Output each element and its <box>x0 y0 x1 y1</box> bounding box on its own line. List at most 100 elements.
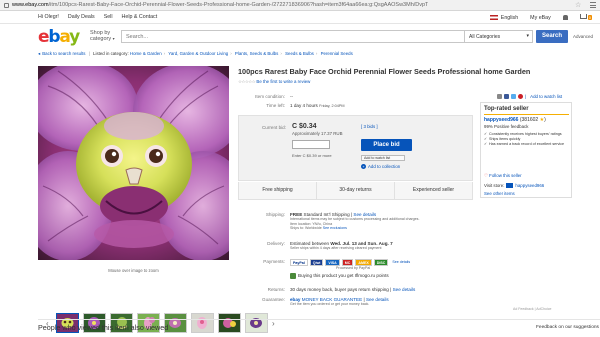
email-icon[interactable] <box>497 94 502 99</box>
daily-deals-link[interactable]: Daily Deals <box>68 14 95 20</box>
url-text[interactable]: www.ebay.com/itm/100pcs-Rarest-Baby-Face… <box>12 2 428 8</box>
visit-store-row: Visit store: happyseed966 <box>484 183 545 189</box>
greeting[interactable]: Hi Olegr! <box>38 14 59 20</box>
add-to-watch-list-button[interactable]: Add to watch list <box>361 155 405 161</box>
site-header: ebay Shop by category ▾ All Categories S… <box>0 25 600 50</box>
add-to-collection-link[interactable]: + Add to collection <box>361 164 400 169</box>
top-rated-heading: Top-rated seller <box>484 106 529 112</box>
payment-logos: PayPal Qiwi VISA MC AMEX DISC See detail… <box>290 259 475 266</box>
chevron-down-icon: ▾ <box>112 36 115 41</box>
search-bar: All Categories <box>121 30 533 43</box>
returns-badge: 30-day returns <box>317 182 395 199</box>
time-left-row: Time left: 1 day 4 hours Friday, 2:04PM <box>266 103 345 108</box>
search-input[interactable] <box>122 31 422 42</box>
breadcrumb-item[interactable]: Seeds & Bulbs <box>285 51 314 56</box>
share-bar: | Add to watch list <box>497 94 562 99</box>
heart-icon: | <box>525 94 527 99</box>
free-shipping-badge: Free shipping <box>239 182 317 199</box>
browser-url-bar[interactable]: www.ebay.com/itm/100pcs-Rarest-Baby-Face… <box>0 0 600 11</box>
exclusions-link[interactable]: See exclusions <box>323 226 347 230</box>
seller-card: Top-rated seller happyseed966 (381602 ★)… <box>480 102 572 198</box>
ad-feedback: Ad Feedback | AdChoice <box>513 307 552 311</box>
item-title: 100pcs Rarest Baby Face Orchid Perennial… <box>238 67 531 76</box>
amex-icon: AMEX <box>355 259 372 266</box>
breadcrumb: ◂ Back to search results | Listed in cate… <box>38 51 353 56</box>
discover-icon: DISC <box>373 259 389 266</box>
zoom-hint: Mouse over image to zoom <box>108 268 159 273</box>
experienced-seller-badge: Experienced seller <box>412 187 455 193</box>
heart-icon: ♡ <box>484 173 488 178</box>
write-review-link[interactable]: Be the first to write a review <box>256 79 310 84</box>
top-links: Hi Olegr! Daily Deals Sell Help & Contac… <box>0 11 600 24</box>
condition-row: Item condition: -- <box>255 94 294 99</box>
top-rated-bar <box>484 114 569 115</box>
thumbnail[interactable] <box>245 313 268 333</box>
search-button[interactable]: Search <box>536 30 568 43</box>
see-other-items-link[interactable]: See other items <box>484 191 515 196</box>
feedback-suggestions-link[interactable]: Feedback on our suggestions <box>536 325 599 330</box>
breadcrumb-item[interactable]: Home & Garden <box>130 51 162 56</box>
page-icon <box>4 2 9 8</box>
shipping-row: Shipping: FREE Standard Int'l Shipping |… <box>265 212 420 231</box>
seller-name-link[interactable]: happyseed966 <box>484 117 518 123</box>
breadcrumb-item[interactable]: Yard, Garden & Outdoor Living <box>168 51 228 56</box>
store-icon <box>506 183 514 189</box>
place-bid-button[interactable]: Place bid <box>361 139 412 151</box>
pinterest-icon[interactable] <box>518 94 523 99</box>
review-line: ☆☆☆☆☆ Be the first to write a review <box>238 79 310 85</box>
main-product-image[interactable] <box>38 66 229 260</box>
paypal-icon: PayPal <box>290 259 308 266</box>
breadcrumb-item[interactable]: Plants, Seeds & Bulbs <box>235 51 278 56</box>
bid-hint: Enter C $0.39 or more <box>292 153 332 158</box>
category-select[interactable]: All Categories <box>464 31 532 42</box>
shop-by-category-button[interactable]: Shop by category ▾ <box>90 30 115 42</box>
notification-bell-icon[interactable] <box>562 15 568 20</box>
guarantee-details-link[interactable]: See details <box>366 297 389 302</box>
guarantee-row: Guarantee: ebay MONEY BACK GUARANTEE | S… <box>262 297 389 306</box>
people-also-viewed-heading: People who viewed this item also viewed <box>38 323 169 332</box>
payment-details-link[interactable]: See details <box>390 259 412 266</box>
ebay-logo[interactable]: ebay <box>38 29 80 46</box>
bid-amount-input[interactable] <box>292 140 330 149</box>
feature-badges: Free shipping 30-day returns Experienced… <box>238 182 473 200</box>
adchoice-link[interactable]: AdChoice <box>536 307 551 311</box>
flag-icon <box>489 14 498 20</box>
thumbnail[interactable] <box>218 313 241 333</box>
store-link[interactable]: happyseed966 <box>515 183 544 188</box>
add-to-watch-list-link[interactable]: Add to watch list <box>530 94 562 99</box>
plus-icon: + <box>361 164 366 169</box>
back-arrow-icon: ◂ <box>38 51 41 56</box>
back-to-search-link[interactable]: Back to search results <box>42 51 85 56</box>
breadcrumb-item[interactable]: Perennial Seeds <box>321 51 353 56</box>
facebook-icon[interactable] <box>504 94 509 99</box>
language-selector[interactable]: English <box>489 14 518 21</box>
returns-row: Returns: 30 days money back, buyer pays … <box>267 287 416 292</box>
visa-icon: VISA <box>325 259 340 266</box>
bid-panel: Current bid: C $0.34 Approximately 17.37… <box>238 115 473 181</box>
advanced-search-link[interactable]: Advanced <box>573 34 593 39</box>
ad-feedback-link[interactable]: Ad Feedback <box>513 307 534 311</box>
cart-count-badge: 0 <box>587 15 592 20</box>
help-contact-link[interactable]: Help & Contact <box>122 14 158 20</box>
seller-badges: Consistently receives highest buyers' ra… <box>484 132 568 146</box>
sell-link[interactable]: Sell <box>104 14 113 20</box>
credit-icon <box>290 272 296 279</box>
bid-count-link[interactable]: [ 3 bids ] <box>361 124 378 129</box>
cart-icon <box>579 14 587 19</box>
bookmark-star-icon[interactable]: ☆ <box>575 2 582 9</box>
divider <box>38 319 600 320</box>
browser-menu-icon[interactable] <box>590 2 596 8</box>
thumbnail[interactable] <box>191 313 214 333</box>
twitter-icon[interactable] <box>511 94 516 99</box>
feedback-score[interactable]: (381602 <box>520 117 538 123</box>
qiwi-icon: Qiwi <box>309 259 324 266</box>
approx-price: Approximately 17.37 RUB <box>292 131 343 136</box>
rating-stars-icon: ☆☆☆☆☆ <box>238 79 256 84</box>
cart-button[interactable]: 0 <box>579 14 592 21</box>
mastercard-icon: MC <box>341 259 354 266</box>
my-ebay-link[interactable]: My eBay <box>530 15 551 21</box>
current-bid-price: C $0.34 <box>292 123 317 130</box>
returns-details-link[interactable]: See details <box>393 287 416 292</box>
follow-seller-link[interactable]: ♡ Follow this seller <box>484 173 522 179</box>
delivery-row: Delivery: Estimated between Wed. Jul. 13… <box>267 241 393 250</box>
